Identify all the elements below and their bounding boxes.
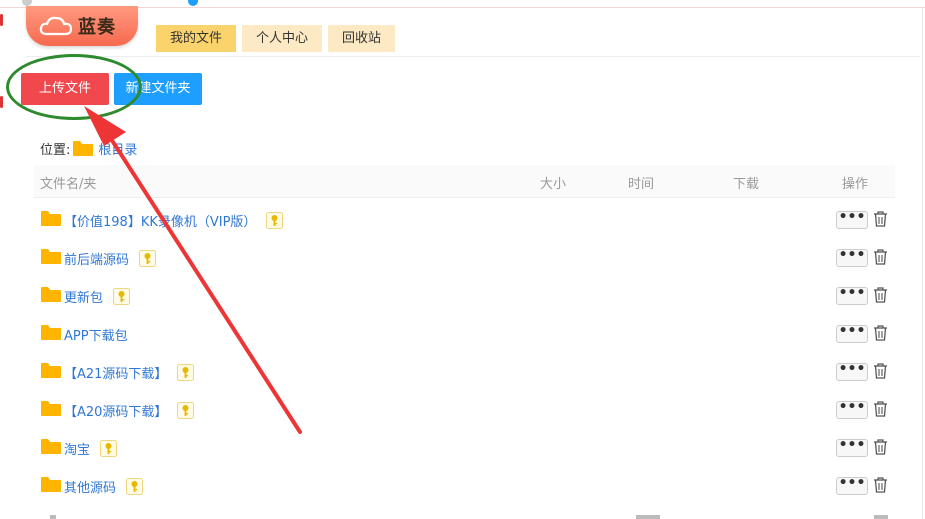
key-icon: [126, 478, 144, 499]
folder-name: 淘宝: [64, 443, 91, 458]
folder-name-link[interactable]: 【A21源码下载】: [64, 363, 195, 385]
trash-icon[interactable]: [873, 363, 888, 383]
trash-icon[interactable]: [873, 325, 888, 345]
cloud-icon: [39, 16, 73, 36]
header-divider: [26, 56, 920, 57]
key-icon: [139, 250, 157, 271]
trash-icon[interactable]: [873, 287, 888, 307]
key-icon: [177, 364, 195, 385]
column-header-time: 时间: [628, 177, 655, 192]
more-button[interactable]: •••: [836, 476, 868, 495]
folder-icon: [40, 362, 62, 383]
breadcrumb-root[interactable]: 根目录: [98, 139, 137, 158]
folder-icon: [40, 476, 62, 497]
folder-name-link[interactable]: 其他源码: [64, 477, 144, 499]
key-icon: [100, 440, 118, 461]
key-icon: [266, 212, 284, 233]
folder-icon: [40, 400, 62, 421]
left-edge-marks: [0, 8, 4, 519]
main-nav: 我的文件 个人中心 回收站: [156, 25, 396, 52]
folder-icon: [40, 210, 62, 231]
right-edge-line: [922, 8, 923, 519]
more-button[interactable]: •••: [836, 400, 868, 419]
table-row[interactable]: APP下载包 •••: [34, 314, 895, 352]
table-row[interactable]: 【价值198】KK录像机（VIP版） •••: [34, 200, 895, 238]
folder-name-link[interactable]: 更新包: [64, 287, 131, 309]
logo-text: 蓝奏: [78, 17, 116, 38]
folder-name: 前后端源码: [64, 253, 130, 268]
folder-icon: [73, 140, 94, 156]
key-icon: [177, 402, 195, 423]
folder-name: APP下载包: [64, 329, 128, 344]
tab-personal-center[interactable]: 个人中心: [242, 25, 323, 52]
folder-name: 【A21源码下载】: [64, 367, 168, 382]
folder-name-link[interactable]: 【A20源码下载】: [64, 401, 195, 423]
trash-icon[interactable]: [873, 401, 888, 421]
table-row[interactable]: 其他源码 •••: [34, 466, 895, 504]
folder-name: 【价值198】KK录像机（VIP版）: [64, 215, 257, 230]
key-icon: [113, 288, 131, 309]
trash-icon[interactable]: [873, 249, 888, 269]
annotation-ring: [6, 54, 142, 120]
table-row[interactable]: 更新包 •••: [34, 276, 895, 314]
more-button[interactable]: •••: [836, 248, 868, 267]
trash-icon[interactable]: [873, 477, 888, 497]
more-button[interactable]: •••: [836, 362, 868, 381]
folder-name-link[interactable]: 前后端源码: [64, 249, 157, 271]
folder-icon: [40, 286, 62, 307]
more-button[interactable]: •••: [836, 286, 868, 305]
folder-icon: [40, 324, 62, 345]
column-header-name: 文件名/夹: [40, 177, 97, 192]
more-button[interactable]: •••: [836, 438, 868, 457]
next-row-partial: [0, 512, 925, 519]
folder-name: 更新包: [64, 291, 104, 306]
tab-recycle-bin[interactable]: 回收站: [328, 25, 396, 52]
folder-name-link[interactable]: 淘宝: [64, 439, 118, 461]
trash-icon[interactable]: [873, 439, 888, 459]
column-header-size: 大小: [540, 177, 567, 192]
folder-name: 【A20源码下载】: [64, 405, 168, 420]
folder-name-link[interactable]: APP下载包: [64, 325, 128, 344]
file-list: 【价值198】KK录像机（VIP版） ••• 前后端源码 ••• 更新包 ••• APP下载…: [34, 200, 895, 504]
table-header: 文件名/夹 大小 时间 下载 操作: [34, 165, 895, 198]
folder-icon: [40, 438, 62, 459]
column-header-action: 操作: [842, 177, 869, 192]
table-row[interactable]: 淘宝 •••: [34, 428, 895, 466]
folder-name-link[interactable]: 【价值198】KK录像机（VIP版）: [64, 211, 284, 233]
table-row[interactable]: 前后端源码 •••: [34, 238, 895, 276]
trash-icon[interactable]: [873, 211, 888, 231]
table-row[interactable]: 【A21源码下载】 •••: [34, 352, 895, 390]
breadcrumb: 位置: 根目录: [40, 138, 137, 158]
column-header-download: 下载: [733, 177, 760, 192]
top-tab-mark: [188, 0, 198, 6]
table-row[interactable]: 【A20源码下载】 •••: [34, 390, 895, 428]
more-button[interactable]: •••: [836, 210, 868, 229]
window-top-strip: [0, 0, 925, 8]
more-button[interactable]: •••: [836, 324, 868, 343]
folder-name: 其他源码: [64, 481, 117, 496]
logo[interactable]: 蓝奏: [26, 6, 138, 46]
tab-my-files[interactable]: 我的文件: [156, 25, 237, 52]
folder-icon: [40, 248, 62, 269]
location-label: 位置:: [40, 142, 71, 158]
